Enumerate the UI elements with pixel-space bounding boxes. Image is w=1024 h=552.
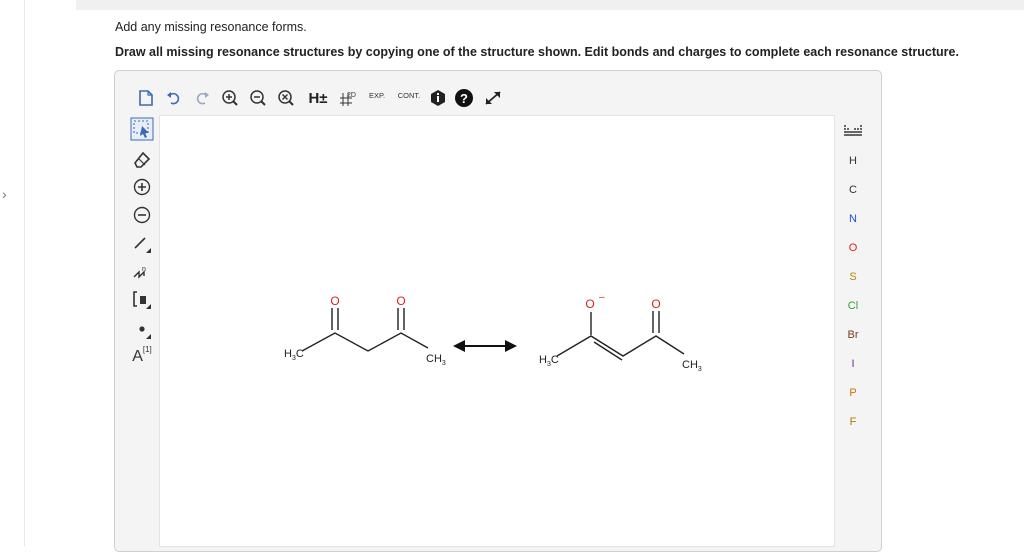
radical-dot-icon[interactable] <box>125 315 159 343</box>
structure-diketo[interactable]: H3C O O CH3 <box>284 294 446 367</box>
element-button-o[interactable]: O <box>833 234 873 262</box>
expand-label: EXP. <box>368 91 386 100</box>
contract-label: CONT. <box>397 91 421 100</box>
bracket-tool-icon[interactable] <box>125 285 159 313</box>
oxygen-atom: O <box>330 294 339 308</box>
element-button-n[interactable]: N <box>833 205 873 233</box>
zoom-out-icon[interactable] <box>247 83 269 113</box>
info-icon[interactable] <box>427 83 449 113</box>
svg-text:?: ? <box>460 91 468 106</box>
single-bond-icon[interactable] <box>125 229 159 257</box>
left-gutter: › <box>0 0 25 546</box>
top-strip <box>76 0 1024 10</box>
oxygen-atom: O <box>585 297 594 311</box>
atom-map-index: [1] <box>142 344 152 354</box>
help-icon[interactable]: ? <box>453 83 475 113</box>
fullscreen-icon[interactable] <box>481 83 505 113</box>
svg-text:H3C: H3C <box>539 354 559 368</box>
selection-tool-icon[interactable] <box>125 115 159 143</box>
element-button-i[interactable]: I <box>833 350 873 378</box>
hydrogen-toggle-button[interactable]: H± <box>305 83 331 113</box>
svg-text:CH3: CH3 <box>426 353 446 367</box>
periodic-table-icon[interactable] <box>833 117 873 145</box>
element-button-c[interactable]: C <box>833 176 873 204</box>
element-button-p[interactable]: P <box>833 379 873 407</box>
oxygen-atom: O <box>651 297 660 311</box>
top-toolbar: H± 2D EXP. CONT. ? <box>115 83 875 113</box>
positive-charge-icon[interactable] <box>125 173 159 201</box>
negative-charge-label: – <box>599 292 605 303</box>
zoom-in-icon[interactable] <box>219 83 241 113</box>
svg-text:n: n <box>142 266 146 273</box>
clean-2d-button[interactable]: 2D <box>337 83 359 113</box>
svg-text:CH3: CH3 <box>682 359 702 373</box>
oxygen-atom: O <box>396 294 405 308</box>
question-prompt: Add any missing resonance forms. <box>115 20 307 34</box>
expand-arrow-icon[interactable]: › <box>2 186 7 202</box>
zoom-reset-icon[interactable] <box>275 83 297 113</box>
svg-text:2D: 2D <box>347 92 356 99</box>
negative-charge-icon[interactable] <box>125 201 159 229</box>
atom-map-label: A <box>132 348 143 365</box>
new-document-icon[interactable] <box>135 83 157 113</box>
element-button-cl[interactable]: Cl <box>833 292 873 320</box>
element-button-br[interactable]: Br <box>833 321 873 349</box>
molecule-sketcher: H± 2D EXP. CONT. ? n A [1] H3C O O CH3 H… <box>114 70 882 552</box>
element-button-h[interactable]: H <box>833 147 873 175</box>
structure-enolate[interactable]: H3C O – O CH3 <box>539 292 702 373</box>
redo-icon[interactable] <box>191 83 213 113</box>
element-button-f[interactable]: F <box>833 408 873 436</box>
undo-icon[interactable] <box>163 83 185 113</box>
element-button-s[interactable]: S <box>833 263 873 291</box>
eraser-icon[interactable] <box>125 145 159 173</box>
svg-text:H3C: H3C <box>284 348 304 362</box>
chain-tool-icon[interactable]: n <box>125 257 159 285</box>
resonance-arrow <box>453 340 517 352</box>
drawing-canvas[interactable]: H3C O O CH3 H3C O – O CH3 <box>159 115 835 547</box>
question-instructions: Draw all missing resonance structures by… <box>115 45 959 59</box>
molecule-drawing: H3C O O CH3 H3C O – O CH3 <box>284 292 702 373</box>
atom-map-tool[interactable]: A [1] <box>125 343 159 371</box>
